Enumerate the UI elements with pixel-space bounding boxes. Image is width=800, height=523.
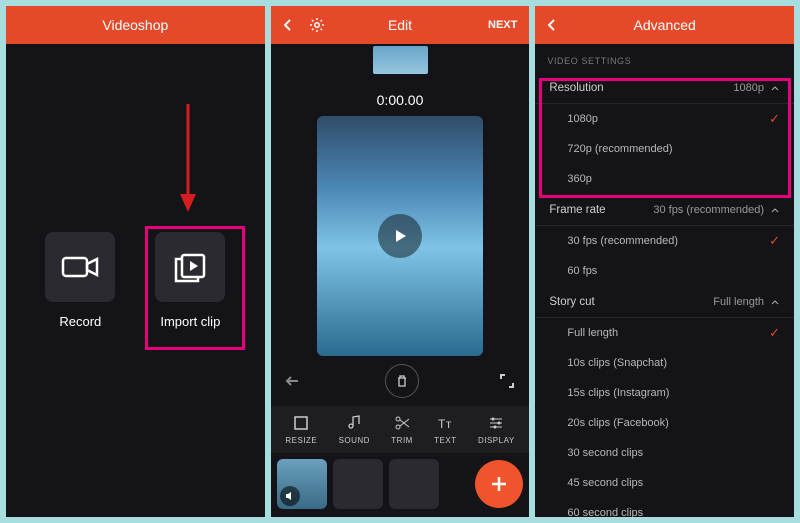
record-button[interactable] [45,232,115,302]
thumbnail-strip [271,44,530,74]
tool-sound[interactable]: SOUND [339,414,370,445]
app-title: Videoshop [102,17,168,33]
clip-row [271,453,530,517]
fullscreen-icon[interactable] [499,373,515,389]
scissors-icon [393,414,411,432]
annotation-arrow-icon [176,104,200,214]
timer: 0:00.00 [271,92,530,108]
tool-display[interactable]: DISPLAY [478,414,515,445]
check-icon: ✓ [769,325,780,341]
speaker-icon [284,490,296,502]
tool-trim[interactable]: TRIM [391,414,413,445]
opt-framerate[interactable]: 30 fps (recommended)✓ [535,226,794,256]
tool-text[interactable]: TᴛTEXT [434,414,456,445]
trash-icon [395,374,409,388]
chevron-up-icon [770,205,780,215]
preview-controls [271,356,530,406]
opt-storycut[interactable]: 20s clips (Facebook) [535,408,794,438]
text-icon: Tᴛ [436,414,454,432]
import-clip-icon [170,247,210,287]
toolbar: RESIZE SOUND TRIM TᴛTEXT DISPLAY [271,406,530,453]
opt-resolution[interactable]: 360p [535,164,794,194]
topbar: Advanced [535,6,794,44]
camera-icon [60,252,100,282]
panel-edit: Edit NEXT 0:00.00 RESIZE SOUND TRIM TᴛTE… [271,6,530,517]
record-label: Record [59,314,101,329]
back-icon[interactable] [545,18,559,32]
next-button[interactable]: NEXT [488,19,517,31]
add-clip-button[interactable] [475,460,523,508]
section-header: VIDEO SETTINGS [535,44,794,72]
undo-icon[interactable] [285,373,305,389]
check-icon: ✓ [769,233,780,249]
advanced-title: Advanced [634,17,696,33]
play-button[interactable] [378,214,422,258]
delete-button[interactable] [385,364,419,398]
resize-icon [292,414,310,432]
chevron-up-icon [770,297,780,307]
opt-resolution[interactable]: 1080p✓ [535,104,794,134]
opt-storycut[interactable]: 30 second clips [535,438,794,468]
opt-resolution[interactable]: 720p (recommended) [535,134,794,164]
import-button[interactable] [155,232,225,302]
clip-thumb[interactable] [277,459,327,509]
back-icon[interactable] [281,18,295,32]
edit-title: Edit [388,17,412,33]
import-label: Import clip [160,314,220,329]
topbar: Videoshop [6,6,265,44]
sliders-icon [487,414,505,432]
svg-text:Tᴛ: Tᴛ [438,417,452,431]
mute-badge[interactable] [280,486,300,506]
opt-storycut[interactable]: 15s clips (Instagram) [535,378,794,408]
opt-storycut[interactable]: 45 second clips [535,468,794,498]
tool-resize[interactable]: RESIZE [285,414,317,445]
opt-storycut[interactable]: 60 second clips [535,498,794,517]
thumbnail[interactable] [373,46,428,74]
chevron-up-icon [770,83,780,93]
import-tile[interactable]: Import clip [145,232,235,329]
video-preview[interactable] [317,116,484,356]
panel-videoshop: Videoshop Record Import clip [6,6,265,517]
music-icon [345,414,363,432]
opt-storycut[interactable]: 10s clips (Snapchat) [535,348,794,378]
check-icon: ✓ [769,111,780,127]
row-storycut[interactable]: Story cut Full length [535,286,794,318]
record-tile[interactable]: Record [35,232,125,329]
clip-empty[interactable] [333,459,383,509]
clip-empty[interactable] [389,459,439,509]
row-resolution[interactable]: Resolution 1080p [535,72,794,104]
play-icon [392,228,408,244]
opt-framerate[interactable]: 60 fps [535,256,794,286]
opt-storycut[interactable]: Full length✓ [535,318,794,348]
panel-advanced: Advanced VIDEO SETTINGS Resolution 1080p… [535,6,794,517]
plus-icon [488,473,510,495]
topbar: Edit NEXT [271,6,530,44]
gear-icon[interactable] [309,17,325,33]
row-framerate[interactable]: Frame rate 30 fps (recommended) [535,194,794,226]
